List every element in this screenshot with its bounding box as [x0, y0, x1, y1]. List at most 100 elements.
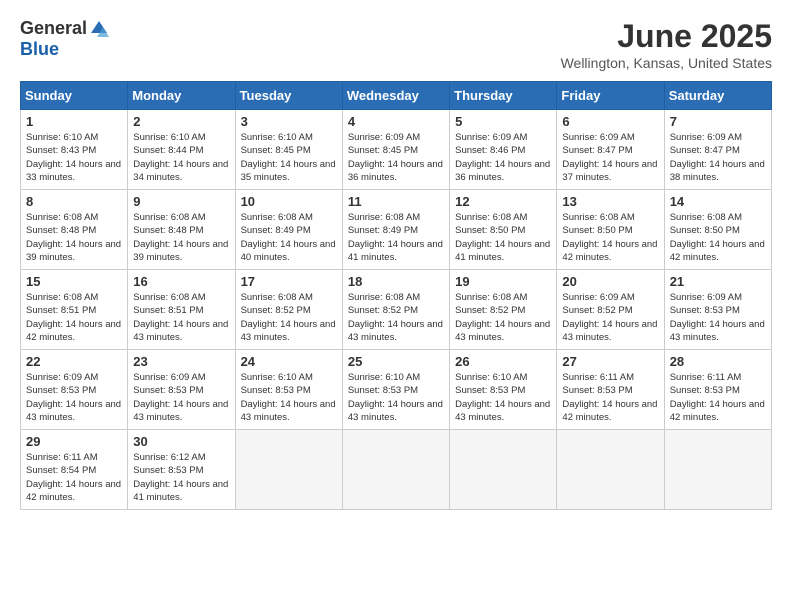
table-row: 8 Sunrise: 6:08 AM Sunset: 8:48 PM Dayli…: [21, 190, 128, 270]
month-title: June 2025: [561, 18, 772, 55]
day-info: Sunrise: 6:11 AM Sunset: 8:54 PM Dayligh…: [26, 451, 122, 504]
day-number: 24: [241, 354, 337, 369]
day-number: 15: [26, 274, 122, 289]
day-info: Sunrise: 6:09 AM Sunset: 8:47 PM Dayligh…: [670, 131, 766, 184]
calendar-week-row: 29 Sunrise: 6:11 AM Sunset: 8:54 PM Dayl…: [21, 430, 772, 510]
header: General Blue June 2025 Wellington, Kansa…: [20, 18, 772, 71]
table-row: 7 Sunrise: 6:09 AM Sunset: 8:47 PM Dayli…: [664, 110, 771, 190]
table-row: 19 Sunrise: 6:08 AM Sunset: 8:52 PM Dayl…: [450, 270, 557, 350]
day-number: 25: [348, 354, 444, 369]
table-row: 2 Sunrise: 6:10 AM Sunset: 8:44 PM Dayli…: [128, 110, 235, 190]
table-row: 3 Sunrise: 6:10 AM Sunset: 8:45 PM Dayli…: [235, 110, 342, 190]
day-number: 8: [26, 194, 122, 209]
table-row: 13 Sunrise: 6:08 AM Sunset: 8:50 PM Dayl…: [557, 190, 664, 270]
table-row: 27 Sunrise: 6:11 AM Sunset: 8:53 PM Dayl…: [557, 350, 664, 430]
day-info: Sunrise: 6:08 AM Sunset: 8:50 PM Dayligh…: [562, 211, 658, 264]
day-info: Sunrise: 6:10 AM Sunset: 8:44 PM Dayligh…: [133, 131, 229, 184]
day-number: 11: [348, 194, 444, 209]
day-info: Sunrise: 6:08 AM Sunset: 8:51 PM Dayligh…: [133, 291, 229, 344]
table-row: [235, 430, 342, 510]
day-info: Sunrise: 6:09 AM Sunset: 8:53 PM Dayligh…: [133, 371, 229, 424]
day-number: 18: [348, 274, 444, 289]
day-info: Sunrise: 6:09 AM Sunset: 8:45 PM Dayligh…: [348, 131, 444, 184]
day-info: Sunrise: 6:08 AM Sunset: 8:51 PM Dayligh…: [26, 291, 122, 344]
day-info: Sunrise: 6:10 AM Sunset: 8:53 PM Dayligh…: [241, 371, 337, 424]
header-friday: Friday: [557, 82, 664, 110]
location: Wellington, Kansas, United States: [561, 55, 772, 71]
table-row: 5 Sunrise: 6:09 AM Sunset: 8:46 PM Dayli…: [450, 110, 557, 190]
day-number: 13: [562, 194, 658, 209]
day-number: 2: [133, 114, 229, 129]
table-row: 21 Sunrise: 6:09 AM Sunset: 8:53 PM Dayl…: [664, 270, 771, 350]
day-info: Sunrise: 6:08 AM Sunset: 8:48 PM Dayligh…: [133, 211, 229, 264]
day-number: 17: [241, 274, 337, 289]
day-info: Sunrise: 6:10 AM Sunset: 8:43 PM Dayligh…: [26, 131, 122, 184]
weekday-header-row: Sunday Monday Tuesday Wednesday Thursday…: [21, 82, 772, 110]
table-row: 17 Sunrise: 6:08 AM Sunset: 8:52 PM Dayl…: [235, 270, 342, 350]
day-number: 9: [133, 194, 229, 209]
day-info: Sunrise: 6:12 AM Sunset: 8:53 PM Dayligh…: [133, 451, 229, 504]
day-info: Sunrise: 6:08 AM Sunset: 8:48 PM Dayligh…: [26, 211, 122, 264]
calendar-week-row: 22 Sunrise: 6:09 AM Sunset: 8:53 PM Dayl…: [21, 350, 772, 430]
table-row: 6 Sunrise: 6:09 AM Sunset: 8:47 PM Dayli…: [557, 110, 664, 190]
day-number: 10: [241, 194, 337, 209]
day-number: 29: [26, 434, 122, 449]
table-row: 4 Sunrise: 6:09 AM Sunset: 8:45 PM Dayli…: [342, 110, 449, 190]
table-row: 15 Sunrise: 6:08 AM Sunset: 8:51 PM Dayl…: [21, 270, 128, 350]
day-info: Sunrise: 6:11 AM Sunset: 8:53 PM Dayligh…: [670, 371, 766, 424]
day-number: 12: [455, 194, 551, 209]
day-info: Sunrise: 6:09 AM Sunset: 8:53 PM Dayligh…: [670, 291, 766, 344]
day-info: Sunrise: 6:08 AM Sunset: 8:52 PM Dayligh…: [455, 291, 551, 344]
day-info: Sunrise: 6:08 AM Sunset: 8:50 PM Dayligh…: [670, 211, 766, 264]
logo-icon: [89, 19, 109, 39]
day-info: Sunrise: 6:08 AM Sunset: 8:49 PM Dayligh…: [241, 211, 337, 264]
day-number: 7: [670, 114, 766, 129]
logo: General Blue: [20, 18, 109, 60]
table-row: 1 Sunrise: 6:10 AM Sunset: 8:43 PM Dayli…: [21, 110, 128, 190]
day-number: 22: [26, 354, 122, 369]
day-info: Sunrise: 6:08 AM Sunset: 8:52 PM Dayligh…: [241, 291, 337, 344]
day-info: Sunrise: 6:09 AM Sunset: 8:46 PM Dayligh…: [455, 131, 551, 184]
calendar: Sunday Monday Tuesday Wednesday Thursday…: [20, 81, 772, 510]
header-tuesday: Tuesday: [235, 82, 342, 110]
day-info: Sunrise: 6:10 AM Sunset: 8:53 PM Dayligh…: [348, 371, 444, 424]
table-row: 25 Sunrise: 6:10 AM Sunset: 8:53 PM Dayl…: [342, 350, 449, 430]
day-info: Sunrise: 6:09 AM Sunset: 8:53 PM Dayligh…: [26, 371, 122, 424]
day-number: 19: [455, 274, 551, 289]
table-row: 12 Sunrise: 6:08 AM Sunset: 8:50 PM Dayl…: [450, 190, 557, 270]
table-row: 16 Sunrise: 6:08 AM Sunset: 8:51 PM Dayl…: [128, 270, 235, 350]
day-number: 27: [562, 354, 658, 369]
table-row: 20 Sunrise: 6:09 AM Sunset: 8:52 PM Dayl…: [557, 270, 664, 350]
header-sunday: Sunday: [21, 82, 128, 110]
calendar-week-row: 15 Sunrise: 6:08 AM Sunset: 8:51 PM Dayl…: [21, 270, 772, 350]
table-row: 22 Sunrise: 6:09 AM Sunset: 8:53 PM Dayl…: [21, 350, 128, 430]
table-row: 11 Sunrise: 6:08 AM Sunset: 8:49 PM Dayl…: [342, 190, 449, 270]
table-row: [450, 430, 557, 510]
day-number: 6: [562, 114, 658, 129]
calendar-week-row: 1 Sunrise: 6:10 AM Sunset: 8:43 PM Dayli…: [21, 110, 772, 190]
day-number: 3: [241, 114, 337, 129]
table-row: 18 Sunrise: 6:08 AM Sunset: 8:52 PM Dayl…: [342, 270, 449, 350]
table-row: 24 Sunrise: 6:10 AM Sunset: 8:53 PM Dayl…: [235, 350, 342, 430]
header-thursday: Thursday: [450, 82, 557, 110]
day-info: Sunrise: 6:09 AM Sunset: 8:52 PM Dayligh…: [562, 291, 658, 344]
header-monday: Monday: [128, 82, 235, 110]
day-number: 23: [133, 354, 229, 369]
table-row: 30 Sunrise: 6:12 AM Sunset: 8:53 PM Dayl…: [128, 430, 235, 510]
header-wednesday: Wednesday: [342, 82, 449, 110]
table-row: 10 Sunrise: 6:08 AM Sunset: 8:49 PM Dayl…: [235, 190, 342, 270]
calendar-week-row: 8 Sunrise: 6:08 AM Sunset: 8:48 PM Dayli…: [21, 190, 772, 270]
day-info: Sunrise: 6:10 AM Sunset: 8:53 PM Dayligh…: [455, 371, 551, 424]
day-info: Sunrise: 6:08 AM Sunset: 8:52 PM Dayligh…: [348, 291, 444, 344]
day-info: Sunrise: 6:10 AM Sunset: 8:45 PM Dayligh…: [241, 131, 337, 184]
day-info: Sunrise: 6:09 AM Sunset: 8:47 PM Dayligh…: [562, 131, 658, 184]
day-number: 30: [133, 434, 229, 449]
day-number: 21: [670, 274, 766, 289]
day-number: 26: [455, 354, 551, 369]
table-row: [342, 430, 449, 510]
day-number: 5: [455, 114, 551, 129]
day-info: Sunrise: 6:08 AM Sunset: 8:50 PM Dayligh…: [455, 211, 551, 264]
logo-blue-text: Blue: [20, 39, 59, 60]
day-number: 14: [670, 194, 766, 209]
table-row: 9 Sunrise: 6:08 AM Sunset: 8:48 PM Dayli…: [128, 190, 235, 270]
